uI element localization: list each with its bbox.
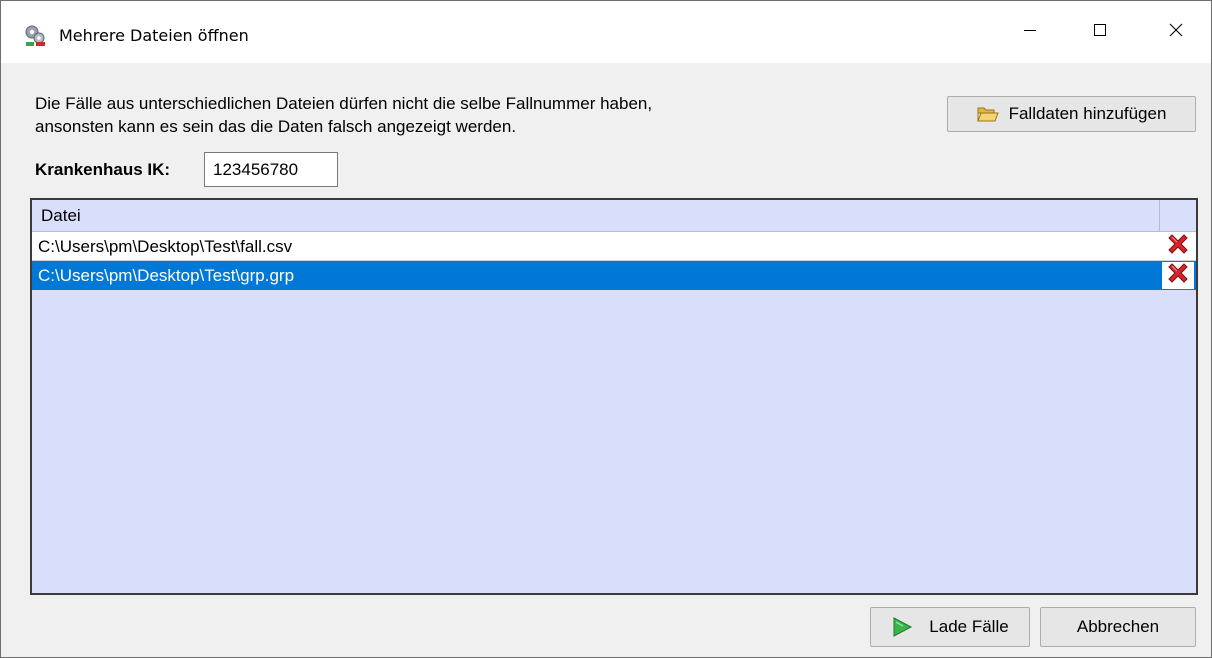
delete-row-button[interactable] [1162, 262, 1194, 289]
minimize-icon [1022, 22, 1038, 43]
close-icon [1168, 22, 1184, 43]
add-case-data-button[interactable]: Falldaten hinzufügen [947, 96, 1196, 132]
gears-icon [23, 23, 47, 47]
hospital-ik-input[interactable] [204, 152, 338, 187]
info-line-1: Die Fälle aus unterschiedlichen Dateien … [35, 94, 653, 113]
hospital-ik-label: Krankenhaus IK: [35, 160, 171, 179]
info-text: Die Fälle aus unterschiedlichen Dateien … [35, 92, 652, 138]
close-button[interactable] [1141, 1, 1211, 63]
maximize-button[interactable] [1065, 1, 1135, 63]
file-path-cell: C:\Users\pm\Desktop\Test\grp.grp [38, 266, 295, 285]
dialog-window: Mehrere Dateien öffnen Die Fälle aus unt… [0, 0, 1212, 658]
cancel-label: Abbrechen [1076, 617, 1160, 636]
folder-open-icon [976, 105, 999, 123]
table-row[interactable]: C:\Users\pm\Desktop\Test\fall.csv [32, 232, 1196, 261]
load-cases-label: Lade Fälle [929, 617, 1009, 636]
add-case-data-label: Falldaten hinzufügen [1008, 104, 1167, 123]
delete-x-icon [1165, 231, 1191, 262]
title-bar[interactable]: Mehrere Dateien öffnen [1, 1, 1211, 63]
play-arrow-icon [891, 616, 913, 638]
delete-x-icon [1165, 260, 1191, 291]
load-cases-button[interactable]: Lade Fälle [870, 607, 1030, 647]
file-table: Datei C:\Users\pm\Desktop\Test\fall.csv … [30, 198, 1198, 595]
window-title: Mehrere Dateien öffnen [59, 26, 249, 45]
table-row[interactable]: C:\Users\pm\Desktop\Test\grp.grp [32, 261, 1196, 290]
info-line-2: ansonsten kann es sein das die Daten fal… [35, 117, 517, 136]
column-header-file[interactable]: Datei [32, 200, 1160, 231]
maximize-icon [1092, 22, 1108, 43]
minimize-button[interactable] [995, 1, 1065, 63]
file-path-cell: C:\Users\pm\Desktop\Test\fall.csv [38, 237, 293, 256]
delete-row-button[interactable] [1162, 233, 1194, 260]
cancel-button[interactable]: Abbrechen [1040, 607, 1196, 647]
table-header: Datei [32, 200, 1196, 232]
